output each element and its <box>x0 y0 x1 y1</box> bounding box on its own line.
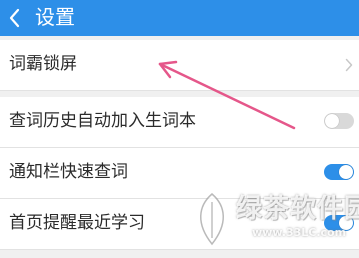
settings-item-lockscreen[interactable]: 词霸锁屏 <box>0 40 359 91</box>
auto-add-history-toggle[interactable] <box>324 113 354 129</box>
settings-item-label: 查词历史自动加入生词本 <box>9 111 196 131</box>
settings-item-label: 词霸锁屏 <box>9 54 77 74</box>
chevron-left-icon <box>9 8 20 28</box>
chevron-right-icon <box>345 58 353 72</box>
toggle-knob <box>339 216 353 230</box>
toggle-knob <box>325 114 339 128</box>
toggle-knob <box>339 165 353 179</box>
app-header: 设置 <box>0 0 359 36</box>
settings-item-recent-learning-reminder: 首页提醒最近学习 <box>0 199 359 250</box>
back-button[interactable] <box>0 0 30 36</box>
page-title: 设置 <box>35 5 75 29</box>
settings-item-notification-lookup: 通知栏快速查词 <box>0 148 359 199</box>
notification-lookup-toggle[interactable] <box>324 164 354 180</box>
settings-item-label: 通知栏快速查词 <box>9 162 128 182</box>
settings-item-auto-add-history: 查词历史自动加入生词本 <box>0 97 359 148</box>
settings-item-label: 首页提醒最近学习 <box>9 213 145 233</box>
recent-learning-reminder-toggle[interactable] <box>324 215 354 231</box>
